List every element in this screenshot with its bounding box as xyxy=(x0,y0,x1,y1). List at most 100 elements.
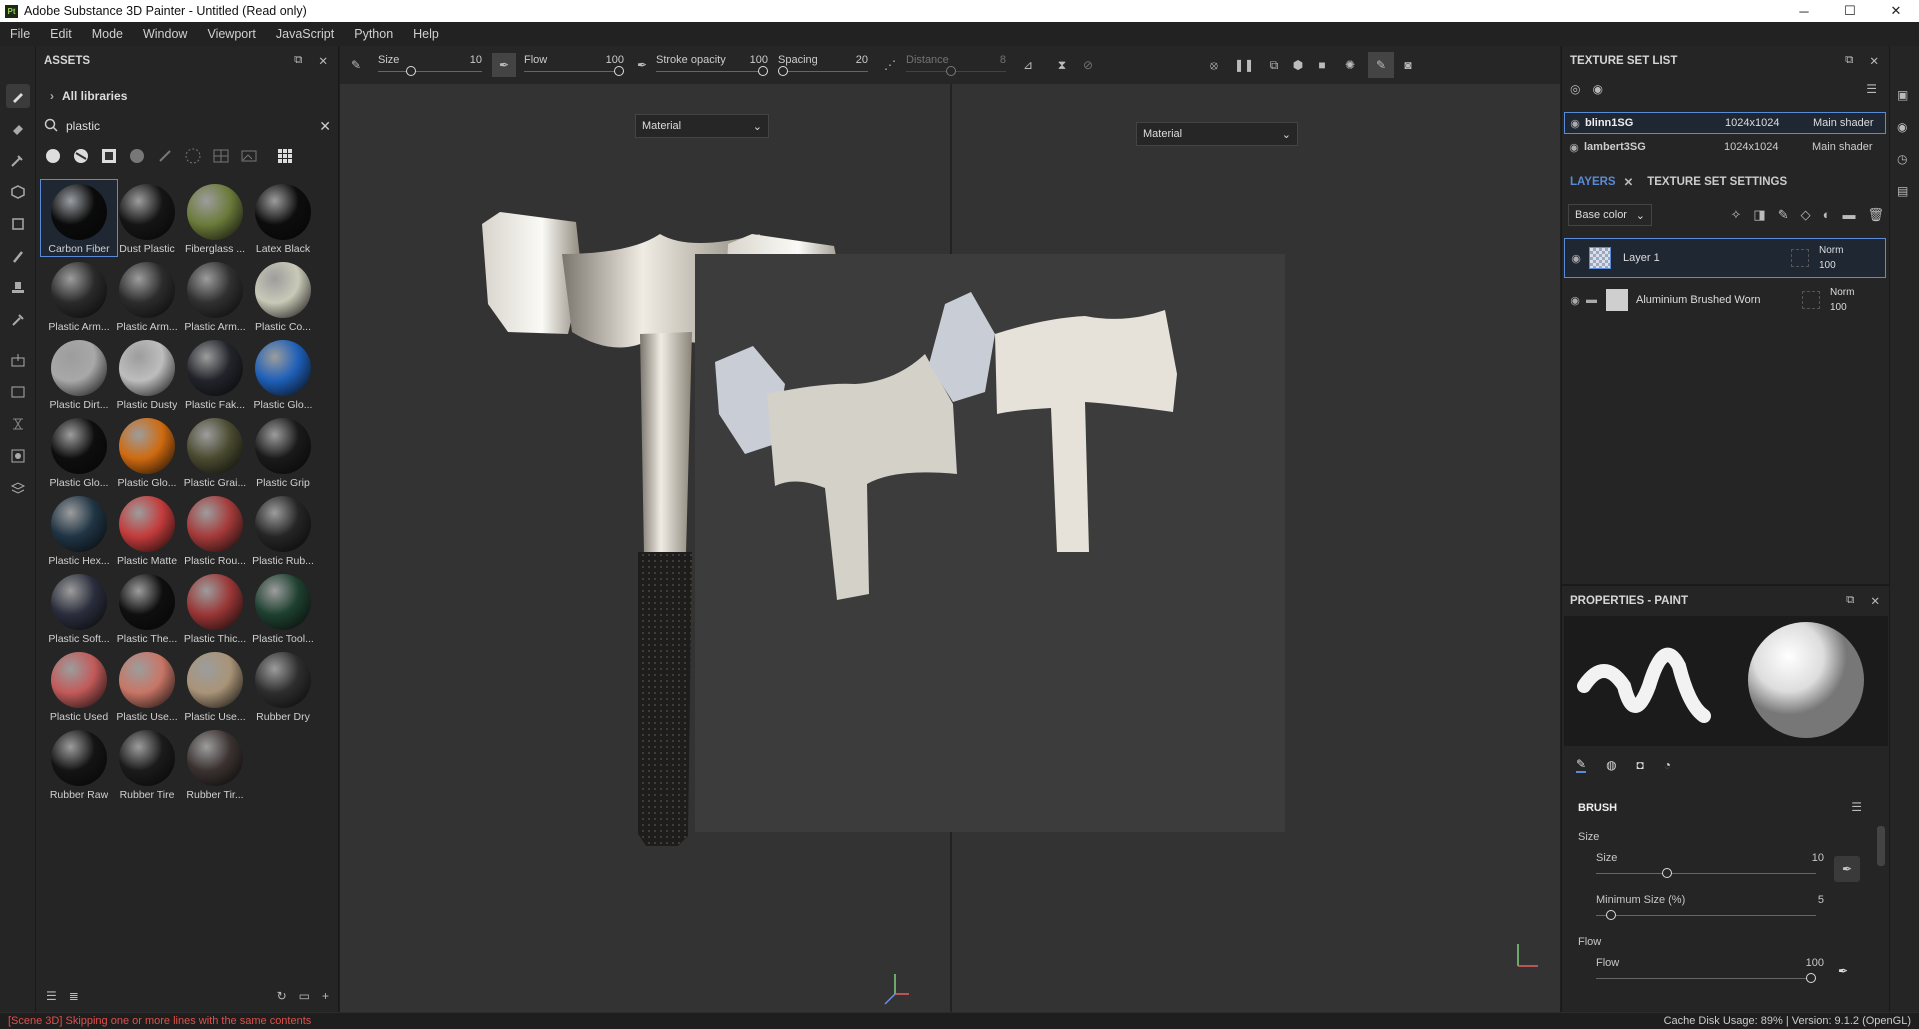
viewer-settings-icon[interactable] xyxy=(6,476,30,500)
add-folder-icon[interactable]: ▬ xyxy=(1842,207,1855,223)
camera-icon[interactable]: ■ xyxy=(1314,57,1330,73)
undock-icon[interactable]: ⧉ xyxy=(294,54,302,68)
filter-environment-icon[interactable] xyxy=(240,147,258,165)
menu-window[interactable]: Window xyxy=(143,27,187,41)
asset-tile[interactable]: Plastic Fak... xyxy=(177,336,253,412)
asset-tile[interactable]: Rubber Tir... xyxy=(177,726,253,802)
shelf-icon[interactable] xyxy=(6,380,30,404)
alignment-icon[interactable]: ⊿ xyxy=(1020,57,1036,73)
asset-tile[interactable]: Plastic Soft... xyxy=(41,570,117,646)
add-smart-material-icon[interactable]: ◐ xyxy=(1823,207,1831,223)
eye-icon[interactable]: ◉ xyxy=(1564,294,1586,307)
symmetry-axis-icon[interactable]: ⊘ xyxy=(1080,57,1096,73)
bake-icon[interactable] xyxy=(6,348,30,372)
add-icon[interactable]: + xyxy=(322,989,329,1003)
filter-mask-icon[interactable] xyxy=(100,147,118,165)
asset-tile[interactable]: Plastic Hex... xyxy=(41,492,117,568)
asset-tile[interactable]: Plastic The... xyxy=(109,570,185,646)
folder-icon[interactable]: ▬ xyxy=(1586,294,1602,306)
undock-icon[interactable]: ⧉ xyxy=(1845,54,1853,68)
asset-tile[interactable]: Plastic Tool... xyxy=(245,570,321,646)
asset-tile[interactable]: Plastic Use... xyxy=(109,648,185,724)
close-panel-icon[interactable]: ✕ xyxy=(1869,54,1879,68)
add-fill-layer-icon[interactable]: ◇ xyxy=(1801,207,1811,223)
asset-tile[interactable]: Plastic Glo... xyxy=(109,414,185,490)
eye-icon[interactable]: ◉ xyxy=(1564,141,1584,154)
asset-tile[interactable]: Plastic Grip xyxy=(245,414,321,490)
add-paint-layer-icon[interactable]: ✎ xyxy=(1778,207,1789,223)
texture-set-row[interactable]: ◉ blinn1SG 1024x1024 Main shader xyxy=(1564,112,1886,134)
texture-set-row[interactable]: ◉ lambert3SG 1024x1024 Main shader xyxy=(1564,136,1886,158)
tab-texture-set-settings[interactable]: TEXTURE SET SETTINGS xyxy=(1647,176,1787,188)
paint-brush-icon[interactable] xyxy=(6,84,30,108)
texture-set-shader[interactable]: Main shader xyxy=(1812,141,1873,153)
filter-brush-icon[interactable] xyxy=(156,147,174,165)
menu-mode[interactable]: Mode xyxy=(92,27,123,41)
spacing-control[interactable]: Spacing 20 xyxy=(778,46,868,84)
uv-texture-canvas[interactable] xyxy=(695,254,1285,832)
folder-icon[interactable]: ▭ xyxy=(299,989,310,1003)
blend-mode[interactable]: Norm xyxy=(1830,287,1854,298)
layer-row[interactable]: ◉ Layer 1 Norm 100 xyxy=(1564,238,1886,278)
grid-view-icon[interactable] xyxy=(276,147,294,165)
geometry-fill-icon[interactable] xyxy=(6,180,30,204)
properties-scrollbar[interactable] xyxy=(1877,826,1885,866)
filter-smart-material-icon[interactable] xyxy=(72,147,90,165)
close-panel-icon[interactable]: ✕ xyxy=(1870,594,1880,608)
brush-menu-icon[interactable]: ☰ xyxy=(1851,800,1862,814)
asset-tile[interactable]: Plastic Dirt... xyxy=(41,336,117,412)
viewport-2d-mode-dropdown-visual[interactable]: Material ⌄ xyxy=(1136,122,1298,146)
asset-tile[interactable]: Plastic Matte xyxy=(109,492,185,568)
display-panel-icon[interactable]: ◉ xyxy=(1897,120,1907,134)
brush-flow-slider[interactable] xyxy=(1596,973,1816,983)
layer-row[interactable]: ◉ ▬ Aluminium Brushed Worn Norm 100 xyxy=(1564,282,1886,318)
asset-tile[interactable]: Fiberglass ... xyxy=(177,180,253,256)
brush-size-slider[interactable] xyxy=(1596,868,1816,878)
stroke-opacity-control[interactable]: Stroke opacity 100 xyxy=(656,46,768,84)
visibility-toggle-icon[interactable]: ◎ xyxy=(1570,82,1580,96)
menu-edit[interactable]: Edit xyxy=(50,27,72,41)
clear-search-icon[interactable]: ✕ xyxy=(319,118,331,135)
flow-pressure-icon[interactable]: ✒ xyxy=(634,57,650,73)
eye-icon[interactable]: ◉ xyxy=(1565,252,1587,265)
flow-control[interactable]: Flow 100 xyxy=(524,46,624,84)
menu-help[interactable]: Help xyxy=(413,27,439,41)
pause-icon[interactable]: ❚❚ xyxy=(1234,57,1254,73)
asset-tile[interactable]: Plastic Used xyxy=(41,648,117,724)
asset-tile[interactable]: Plastic Arm... xyxy=(41,258,117,334)
menu-javascript[interactable]: JavaScript xyxy=(276,27,334,41)
search-input[interactable] xyxy=(66,119,286,133)
minimize-button[interactable]: ─ xyxy=(1781,0,1827,22)
hide-icon[interactable]: ⦻ xyxy=(1206,57,1222,73)
history-icon[interactable] xyxy=(6,412,30,436)
close-window-button[interactable]: ✕ xyxy=(1873,0,1919,22)
pen-pressure-icon[interactable]: ✒ xyxy=(492,53,516,77)
size-pressure-icon[interactable]: ✒ xyxy=(1834,856,1860,882)
texture-set-menu-icon[interactable]: ☰ xyxy=(1866,82,1877,96)
texture-set-panel-icon[interactable]: ▣ xyxy=(1897,88,1908,102)
menu-file[interactable]: File xyxy=(10,27,30,41)
eye-icon[interactable]: ◉ xyxy=(1565,117,1585,130)
add-effect-icon[interactable]: ✧ xyxy=(1731,207,1742,223)
asset-tile[interactable]: Rubber Raw xyxy=(41,726,117,802)
layer-opacity[interactable]: 100 xyxy=(1819,260,1843,271)
layer-opacity[interactable]: 100 xyxy=(1830,302,1854,313)
filter-texture-icon[interactable] xyxy=(212,147,230,165)
iray-icon[interactable]: ✺ xyxy=(1342,57,1358,73)
maximize-button[interactable]: ☐ xyxy=(1827,0,1873,22)
asset-tile[interactable]: Plastic Grai... xyxy=(177,414,253,490)
filter-particles-icon[interactable] xyxy=(184,147,202,165)
asset-tile[interactable]: Plastic Use... xyxy=(177,648,253,724)
tab-layers[interactable]: LAYERS xyxy=(1570,176,1616,188)
projection-icon[interactable] xyxy=(6,148,30,172)
close-panel-icon[interactable]: ✕ xyxy=(318,54,328,68)
smudge-icon[interactable] xyxy=(6,244,30,268)
asset-tile[interactable]: Rubber Tire xyxy=(109,726,185,802)
blend-mode[interactable]: Norm xyxy=(1819,245,1843,256)
filter-material-icon[interactable] xyxy=(44,147,62,165)
asset-tile[interactable]: Plastic Rub... xyxy=(245,492,321,568)
delete-layer-icon[interactable]: 🗑 xyxy=(1867,207,1884,223)
asset-tile[interactable]: Plastic Glo... xyxy=(41,414,117,490)
clone-stamp-icon[interactable] xyxy=(6,276,30,300)
library-breadcrumb[interactable]: › All libraries xyxy=(36,84,339,108)
